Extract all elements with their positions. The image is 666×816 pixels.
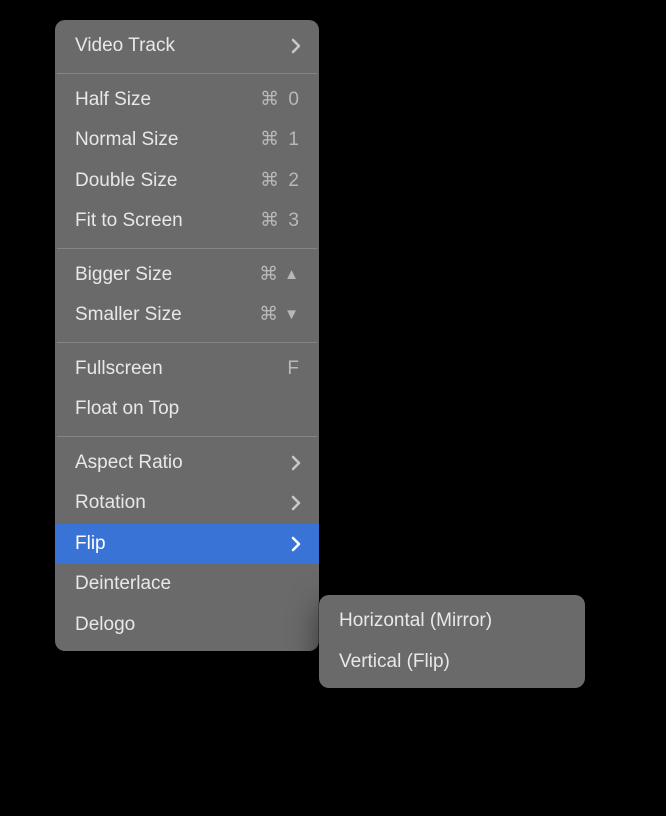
menu-item-smaller-size[interactable]: Smaller Size ⌘ ▼ [55,295,319,336]
menu-shortcut: ⌘ 1 [260,126,301,155]
menu-item-double-size[interactable]: Double Size ⌘ 2 [55,161,319,202]
chevron-right-icon [291,536,301,552]
menu-item-rotation[interactable]: Rotation [55,483,319,524]
flip-submenu: Horizontal (Mirror) Vertical (Flip) [319,595,585,688]
menu-item-half-size[interactable]: Half Size ⌘ 0 [55,80,319,121]
menu-label: Fullscreen [75,355,287,384]
menu-item-deinterlace[interactable]: Deinterlace [55,564,319,605]
menu-separator [57,436,317,437]
menu-item-video-track[interactable]: Video Track [55,26,319,67]
chevron-right-icon [291,455,301,471]
menu-separator [57,73,317,74]
menu-label: Fit to Screen [75,207,260,236]
menu-label: Delogo [75,611,301,640]
menu-label: Aspect Ratio [75,449,291,478]
menu-item-bigger-size[interactable]: Bigger Size ⌘ ▲ [55,255,319,296]
menu-separator [57,342,317,343]
menu-item-delogo[interactable]: Delogo [55,605,319,646]
menu-label: Deinterlace [75,570,301,599]
arrow-down-icon: ▼ [284,304,301,327]
menu-label: Half Size [75,86,260,115]
menu-label: Horizontal (Mirror) [339,607,567,636]
menu-label: Flip [75,530,291,559]
arrow-up-icon: ▲ [284,264,301,287]
menu-item-fit-to-screen[interactable]: Fit to Screen ⌘ 3 [55,201,319,242]
cmd-icon: ⌘ [259,261,280,290]
menu-shortcut: ⌘ ▼ [259,301,301,330]
menu-shortcut: ⌘ 3 [260,207,301,236]
menu-label: Rotation [75,489,291,518]
menu-label: Float on Top [75,395,301,424]
menu-shortcut: ⌘ 2 [260,167,301,196]
video-context-menu: Video Track Half Size ⌘ 0 Normal Size ⌘ … [55,20,319,651]
cmd-icon: ⌘ [259,301,280,330]
menu-shortcut: F [287,355,301,384]
menu-label: Vertical (Flip) [339,648,567,677]
menu-item-flip[interactable]: Flip [55,524,319,565]
menu-item-aspect-ratio[interactable]: Aspect Ratio [55,443,319,484]
chevron-right-icon [291,495,301,511]
menu-item-float-on-top[interactable]: Float on Top [55,389,319,430]
chevron-right-icon [291,38,301,54]
menu-label: Normal Size [75,126,260,155]
menu-label: Bigger Size [75,261,259,290]
menu-item-fullscreen[interactable]: Fullscreen F [55,349,319,390]
menu-label: Double Size [75,167,260,196]
submenu-item-vertical[interactable]: Vertical (Flip) [319,642,585,683]
submenu-item-horizontal[interactable]: Horizontal (Mirror) [319,601,585,642]
menu-shortcut: ⌘ 0 [260,86,301,115]
menu-shortcut: ⌘ ▲ [259,261,301,290]
menu-separator [57,248,317,249]
menu-label: Video Track [75,32,291,61]
menu-label: Smaller Size [75,301,259,330]
menu-item-normal-size[interactable]: Normal Size ⌘ 1 [55,120,319,161]
